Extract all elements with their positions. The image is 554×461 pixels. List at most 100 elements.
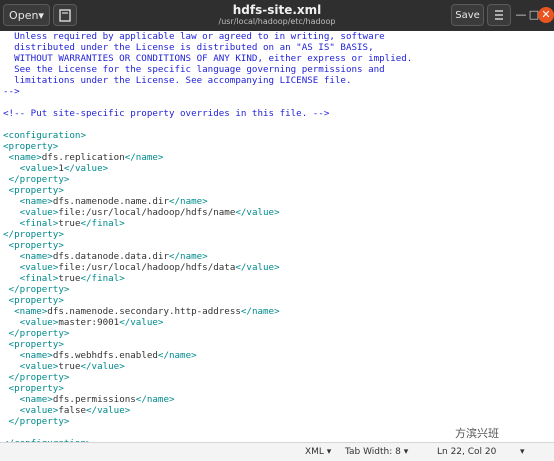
xml-tag: <property>: [3, 185, 64, 196]
code-line: <value>file:/usr/local/hadoop/hdfs/data<…: [3, 262, 280, 273]
comment-text: Unless required by applicable law or agr…: [3, 31, 385, 42]
xml-open-tag: <value>: [19, 405, 59, 416]
xml-open-tag: <final>: [19, 273, 59, 284]
xml-open-tag: <name>: [19, 350, 53, 361]
code-line: WITHOUT WARRANTIES OR CONDITIONS OF ANY …: [3, 53, 412, 64]
xml-close-tag: </value>: [119, 317, 164, 328]
text-editor[interactable]: Unless required by applicable law or agr…: [0, 31, 554, 442]
xml-value: true: [58, 273, 81, 284]
xml-tag: <property>: [3, 295, 64, 306]
code-line: -->: [3, 86, 20, 97]
xml-value: file:/usr/local/hadoop/hdfs/data: [58, 262, 236, 273]
xml-open-tag: <name>: [19, 394, 53, 405]
comment-text: distributed under the License is distrib…: [3, 42, 374, 53]
xml-open-tag: <value>: [19, 262, 59, 273]
xml-open-tag: <name>: [19, 251, 53, 262]
xml-close-tag: </final>: [80, 218, 125, 229]
xml-open-tag: <name>: [8, 152, 42, 163]
xml-value: dfs.namenode.secondary.http-address: [47, 306, 241, 317]
insert-mode-selector[interactable]: ▾: [520, 447, 525, 457]
xml-close-tag: </name>: [124, 152, 164, 163]
save-button[interactable]: Save: [451, 4, 484, 26]
code-line: <value>file:/usr/local/hadoop/hdfs/name<…: [3, 207, 280, 218]
code-line: </property>: [3, 416, 70, 427]
xml-close-tag: </value>: [63, 163, 109, 174]
comment-text: <!-- Put site-specific property override…: [3, 108, 330, 119]
code-line: <final>true</final>: [3, 218, 125, 229]
code-line: See the License for the specific languag…: [3, 64, 385, 75]
language-selector[interactable]: XML ▾: [305, 447, 331, 457]
xml-close-tag: </name>: [135, 394, 175, 405]
code-line: <name>dfs.replication</name>: [3, 152, 164, 163]
code-line: </property>: [3, 328, 70, 339]
code-line: <!-- Put site-specific property override…: [3, 108, 329, 119]
tab-width-selector[interactable]: Tab Width: 8 ▾: [345, 447, 408, 457]
code-line: distributed under the License is distrib…: [3, 42, 374, 53]
code-line: </property>: [3, 284, 70, 295]
xml-close-tag: </name>: [240, 306, 280, 317]
xml-tag: <property>: [3, 339, 64, 350]
code-line: <name>dfs.namenode.secondary.http-addres…: [3, 306, 280, 317]
xml-open-tag: <name>: [14, 306, 48, 317]
code-line: <value>true</value>: [3, 361, 125, 372]
comment-text: -->: [3, 86, 20, 97]
code-line: <final>true</final>: [3, 273, 125, 284]
code-line: <value>master:9001</value>: [3, 317, 164, 328]
xml-open-tag: <final>: [19, 218, 59, 229]
xml-value: false: [58, 405, 87, 416]
xml-tag: </property>: [3, 229, 64, 240]
code-line: <property>: [3, 240, 64, 251]
code-line: </property>: [3, 372, 70, 383]
comment-text: limitations under the License. See accom…: [3, 75, 352, 86]
xml-value: true: [58, 361, 81, 372]
code-line: <property>: [3, 383, 64, 394]
code-line: <value>false</value>: [3, 405, 131, 416]
xml-open-tag: <name>: [19, 196, 53, 207]
xml-open-tag: <value>: [19, 361, 59, 372]
xml-close-tag: </value>: [235, 262, 280, 273]
xml-value: file:/usr/local/hadoop/hdfs/name: [58, 207, 236, 218]
code-line: <name>dfs.permissions</name>: [3, 394, 175, 405]
xml-tag: <property>: [3, 240, 64, 251]
xml-value: dfs.permissions: [52, 394, 136, 405]
code-line: <name>dfs.datanode.data.dir</name>: [3, 251, 208, 262]
status-bar: XML ▾ Tab Width: 8 ▾ Ln 22, Col 20 ▾: [0, 442, 554, 461]
code-line: Unless required by applicable law or agr…: [3, 31, 385, 42]
xml-tag: <property>: [3, 383, 64, 394]
xml-tag: </property>: [3, 372, 70, 383]
xml-value: master:9001: [58, 317, 120, 328]
xml-open-tag: <value>: [19, 317, 59, 328]
xml-tag: </property>: [3, 174, 70, 185]
code-line: <property>: [3, 141, 58, 152]
xml-tag: <configuration>: [3, 130, 86, 141]
xml-value: true: [58, 218, 81, 229]
menu-button[interactable]: [487, 4, 511, 26]
code-line: </property>: [3, 174, 70, 185]
code-line: <name>dfs.namenode.name.dir</name>: [3, 196, 208, 207]
code-line: </property>: [3, 229, 64, 240]
xml-value: dfs.replication: [41, 152, 125, 163]
xml-value: dfs.namenode.name.dir: [52, 196, 169, 207]
code-line: <name>dfs.webhdfs.enabled</name>: [3, 350, 197, 361]
xml-open-tag: <value>: [19, 207, 59, 218]
xml-close-tag: </value>: [80, 361, 125, 372]
xml-value: dfs.webhdfs.enabled: [52, 350, 158, 361]
watermark-text: 方滨兴班: [455, 427, 499, 440]
code-line: <property>: [3, 185, 64, 196]
hamburger-icon: [495, 10, 503, 20]
xml-tag: </property>: [3, 416, 70, 427]
xml-value: dfs.datanode.data.dir: [52, 251, 169, 262]
xml-close-tag: </value>: [235, 207, 280, 218]
close-button[interactable]: ✕: [538, 7, 554, 23]
comment-text: WITHOUT WARRANTIES OR CONDITIONS OF ANY …: [3, 53, 413, 64]
comment-text: See the License for the specific languag…: [3, 64, 385, 75]
